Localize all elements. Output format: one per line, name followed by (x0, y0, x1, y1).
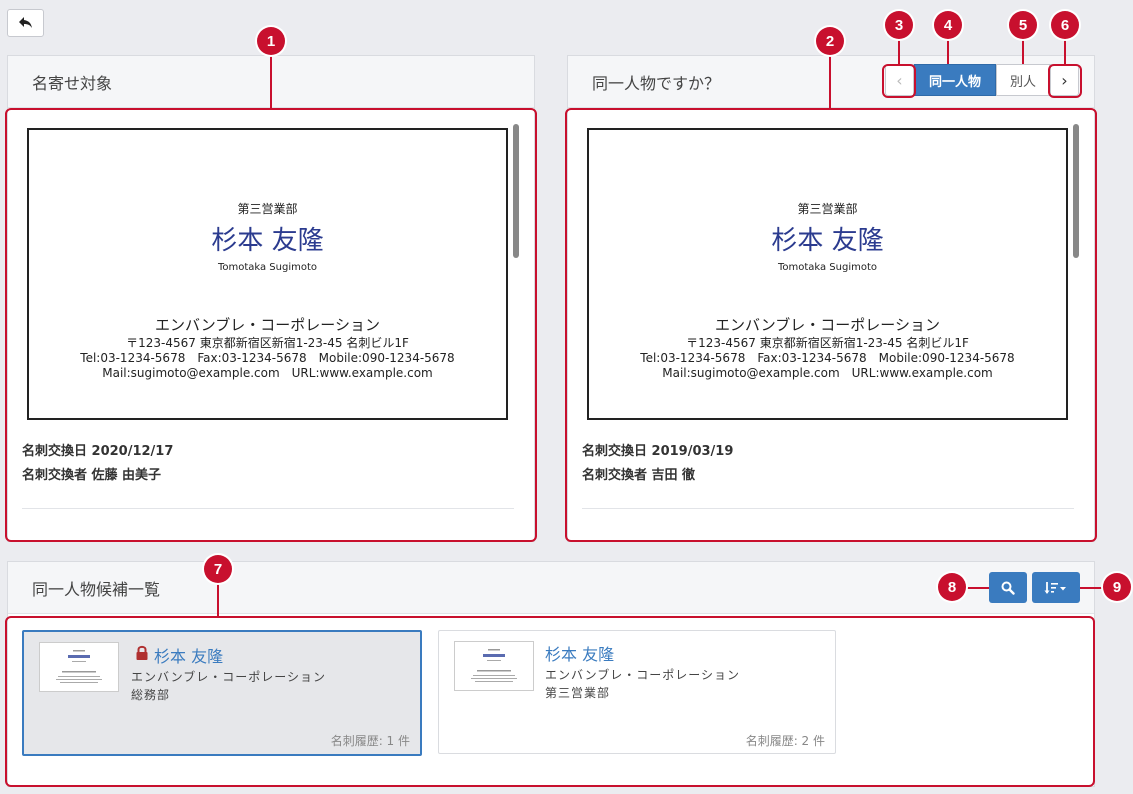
annotation-leader-6 (1064, 38, 1066, 64)
same-person-button[interactable]: 同一人物 (914, 64, 996, 96)
candidate-list-title: 同一人物候補一覧 (8, 562, 1094, 614)
different-person-button[interactable]: 別人 (996, 64, 1050, 96)
sort-icon (1044, 581, 1066, 594)
annotation-leader-7 (217, 580, 219, 616)
annotation-badge-8: 8 (938, 573, 966, 601)
annotation-badge-4: 4 (934, 11, 962, 39)
annotation-badge-7: 7 (204, 555, 232, 583)
annotation-leader-2 (829, 52, 831, 108)
annotation-badge-3: 3 (885, 11, 913, 39)
annotation-leader-3 (898, 38, 900, 64)
annotation-leader-5 (1022, 38, 1024, 64)
annotation-leader-8 (962, 587, 989, 589)
annotation-badge-1: 1 (257, 27, 285, 55)
search-icon (1001, 581, 1015, 595)
annotation-box-7 (5, 616, 1095, 787)
annotation-box-2 (565, 108, 1097, 542)
annotation-leader-9 (1080, 587, 1105, 589)
annotation-leader-1 (270, 52, 272, 108)
back-button[interactable] (7, 9, 44, 37)
annotation-box-3 (882, 64, 916, 98)
annotation-badge-9: 9 (1103, 573, 1131, 601)
annotation-badge-6: 6 (1051, 11, 1079, 39)
annotation-box-6 (1048, 64, 1082, 98)
search-button[interactable] (989, 572, 1027, 603)
annotation-leader-4 (947, 38, 949, 64)
annotation-badge-5: 5 (1009, 11, 1037, 39)
reply-arrow-icon (18, 17, 32, 28)
annotation-badge-2: 2 (816, 27, 844, 55)
annotation-box-1 (5, 108, 537, 542)
sort-button[interactable] (1032, 572, 1080, 603)
